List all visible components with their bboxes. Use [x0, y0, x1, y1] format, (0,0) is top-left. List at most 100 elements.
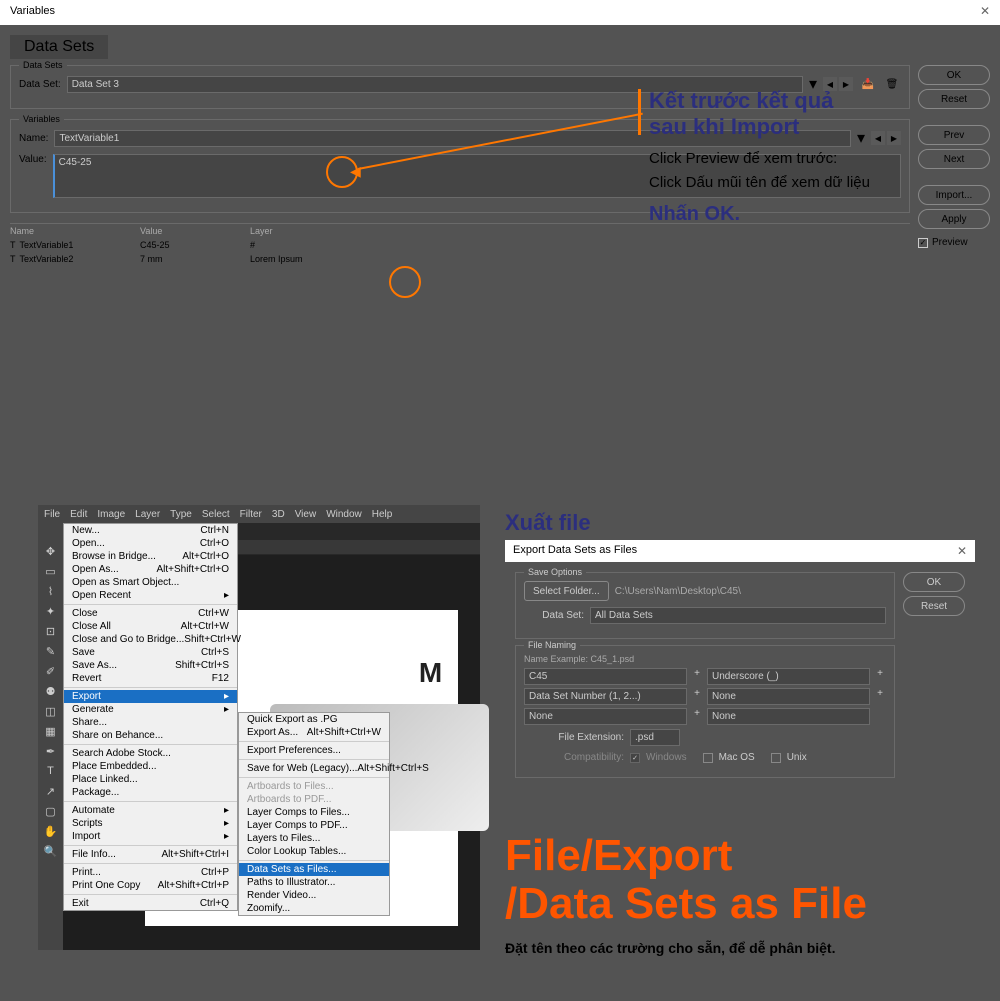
menu-item[interactable]: CloseCtrl+W	[64, 607, 237, 620]
menu-view[interactable]: View	[295, 509, 317, 520]
tool-shape-icon[interactable]: ▢	[43, 803, 59, 819]
menu-help[interactable]: Help	[372, 509, 393, 520]
ok-button[interactable]: OK	[918, 65, 990, 85]
tool-lasso-icon[interactable]: ⌇	[43, 583, 59, 599]
delete-dataset-icon[interactable]: 🗑	[883, 77, 901, 91]
naming-3-right[interactable]: None	[707, 708, 870, 725]
compat-win-checkbox[interactable]: ✓	[630, 753, 640, 763]
prev-button[interactable]: Prev	[918, 125, 990, 145]
preview-checkbox[interactable]: ✓	[918, 238, 928, 248]
menu-window[interactable]: Window	[326, 509, 362, 520]
menu-file[interactable]: File	[44, 509, 60, 520]
menu-item[interactable]: Browse in Bridge...Alt+Ctrl+O	[64, 550, 237, 563]
submenu-item[interactable]: Export Preferences...	[239, 744, 389, 757]
menu-item[interactable]: Scripts▸	[64, 817, 237, 830]
submenu-item[interactable]: Zoomify...	[239, 902, 389, 915]
submenu-item[interactable]: Paths to Illustrator...	[239, 876, 389, 889]
menu-filter[interactable]: Filter	[240, 509, 262, 520]
table-row[interactable]: TTextVariable1 C45-25 #	[10, 238, 910, 252]
submenu-item[interactable]: Layer Comps to PDF...	[239, 819, 389, 832]
menu-item[interactable]: SaveCtrl+S	[64, 646, 237, 659]
menu-item[interactable]: Print One CopyAlt+Shift+Ctrl+P	[64, 879, 237, 892]
menu-item[interactable]: Open as Smart Object...	[64, 576, 237, 589]
menu-item[interactable]: Generate▸	[64, 703, 237, 716]
doc-text-1: M	[419, 657, 442, 689]
menu-select[interactable]: Select	[202, 509, 230, 520]
menu-item[interactable]: Open As...Alt+Shift+Ctrl+O	[64, 563, 237, 576]
tool-marquee-icon[interactable]: ▭	[43, 563, 59, 579]
submenu-item[interactable]: Render Video...	[239, 889, 389, 902]
select-folder-button[interactable]: Select Folder...	[524, 581, 609, 601]
ex-reset-button[interactable]: Reset	[903, 596, 965, 616]
menu-3d[interactable]: 3D	[272, 509, 285, 520]
menu-type[interactable]: Type	[170, 509, 192, 520]
menu-item[interactable]: RevertF12	[64, 672, 237, 685]
tool-crop-icon[interactable]: ⊡	[43, 623, 59, 639]
submenu-item[interactable]: Artboards to Files...	[239, 780, 389, 793]
naming-1-right[interactable]: Underscore (_)	[707, 668, 870, 685]
tool-path-icon[interactable]: ↗	[43, 783, 59, 799]
tool-hand-icon[interactable]: ✋	[43, 823, 59, 839]
menu-item[interactable]: Close and Go to Bridge...Shift+Ctrl+W	[64, 633, 237, 646]
ex-dataset-dropdown[interactable]: All Data Sets	[590, 607, 886, 624]
naming-2-right[interactable]: None	[707, 688, 870, 705]
tool-pen-icon[interactable]: ✒	[43, 743, 59, 759]
submenu-item[interactable]: Data Sets as Files...	[239, 863, 389, 876]
var-prev-icon[interactable]: ◀	[871, 131, 885, 145]
tool-move-icon[interactable]: ✥	[43, 543, 59, 559]
menu-item[interactable]: Open...Ctrl+O	[64, 537, 237, 550]
naming-1-left[interactable]: C45	[524, 668, 687, 685]
tool-zoom-icon[interactable]: 🔍	[43, 843, 59, 859]
menu-item[interactable]: Import▸	[64, 830, 237, 843]
menu-edit[interactable]: Edit	[70, 509, 87, 520]
plus-icon: +	[691, 708, 703, 725]
file-ext-dropdown[interactable]: .psd	[630, 729, 680, 746]
menu-layer[interactable]: Layer	[135, 509, 160, 520]
close-icon[interactable]: ✕	[980, 4, 990, 18]
submenu-item[interactable]: Color Lookup Tables...	[239, 845, 389, 858]
menu-item[interactable]: New...Ctrl+N	[64, 524, 237, 537]
compat-unix-checkbox[interactable]	[771, 753, 781, 763]
tool-wand-icon[interactable]: ✦	[43, 603, 59, 619]
menu-item[interactable]: Share...	[64, 716, 237, 729]
submenu-item[interactable]: Export As...Alt+Shift+Ctrl+W	[239, 726, 389, 739]
menu-item[interactable]: Package...	[64, 786, 237, 799]
reset-button[interactable]: Reset	[918, 89, 990, 109]
name-example-value: C45_1.psd	[591, 654, 635, 664]
menu-item[interactable]: Save As...Shift+Ctrl+S	[64, 659, 237, 672]
menu-item[interactable]: Automate▸	[64, 804, 237, 817]
import-button[interactable]: Import...	[918, 185, 990, 205]
submenu-item[interactable]: Artboards to PDF...	[239, 793, 389, 806]
next-button[interactable]: Next	[918, 149, 990, 169]
tool-brush-icon[interactable]: ✐	[43, 663, 59, 679]
menu-item[interactable]: File Info...Alt+Shift+Ctrl+I	[64, 848, 237, 861]
tool-type-icon[interactable]: T	[43, 763, 59, 779]
submenu-item[interactable]: Layer Comps to Files...	[239, 806, 389, 819]
menu-item[interactable]: Open Recent▸	[64, 589, 237, 602]
naming-3-left[interactable]: None	[524, 708, 687, 725]
menu-item[interactable]: Export▸	[64, 690, 237, 703]
apply-button[interactable]: Apply	[918, 209, 990, 229]
submenu-item[interactable]: Quick Export as .PG	[239, 713, 389, 726]
var-next-icon[interactable]: ▶	[887, 131, 901, 145]
menu-item[interactable]: Close AllAlt+Ctrl+W	[64, 620, 237, 633]
table-row[interactable]: TTextVariable2 7 mm Lorem Ipsum	[10, 252, 910, 266]
tool-clone-icon[interactable]: ⚉	[43, 683, 59, 699]
tool-eyedrop-icon[interactable]: ✎	[43, 643, 59, 659]
menu-item[interactable]: Place Embedded...	[64, 760, 237, 773]
menu-image[interactable]: Image	[97, 509, 125, 520]
submenu-item[interactable]: Layers to Files...	[239, 832, 389, 845]
menu-item[interactable]: Search Adobe Stock...	[64, 747, 237, 760]
close-icon[interactable]: ✕	[957, 544, 967, 558]
menu-item[interactable]: ExitCtrl+Q	[64, 897, 237, 910]
menu-item[interactable]: Print...Ctrl+P	[64, 866, 237, 879]
datasets-tab[interactable]: Data Sets	[10, 35, 108, 59]
submenu-item[interactable]: Save for Web (Legacy)...Alt+Shift+Ctrl+S	[239, 762, 389, 775]
tool-eraser-icon[interactable]: ◫	[43, 703, 59, 719]
tool-gradient-icon[interactable]: ▦	[43, 723, 59, 739]
menu-item[interactable]: Share on Behance...	[64, 729, 237, 742]
compat-mac-checkbox[interactable]	[703, 753, 713, 763]
menu-item[interactable]: Place Linked...	[64, 773, 237, 786]
ex-ok-button[interactable]: OK	[903, 572, 965, 592]
naming-2-left[interactable]: Data Set Number (1, 2...)	[524, 688, 687, 705]
